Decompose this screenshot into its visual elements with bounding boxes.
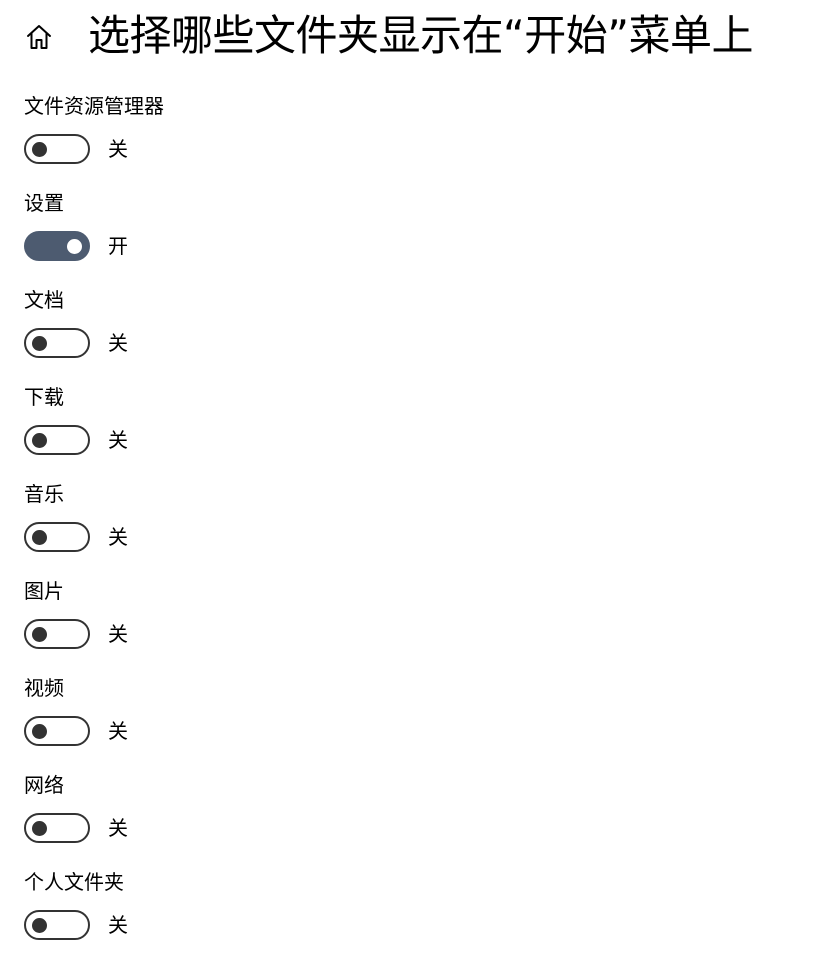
toggle-switch[interactable] [24, 231, 90, 261]
home-icon [27, 25, 51, 49]
toggle-switch[interactable] [24, 425, 90, 455]
setting-network: 网络 关 [24, 767, 784, 864]
setting-personal-folder: 个人文件夹 关 [24, 864, 784, 961]
toggle-state-text: 开 [108, 234, 128, 258]
page-header: 选择哪些文件夹显示在“开始”菜单上 [0, 0, 822, 78]
toggle-knob [67, 238, 82, 254]
toggle-state-text: 关 [108, 622, 128, 646]
toggle-downloads[interactable]: 关 [24, 425, 128, 455]
toggle-knob [32, 335, 47, 351]
toggle-documents[interactable]: 关 [24, 328, 128, 358]
toggle-knob [32, 626, 47, 642]
toggle-state-text: 关 [108, 428, 128, 452]
toggle-switch[interactable] [24, 619, 90, 649]
setting-documents: 文档 关 [24, 282, 784, 379]
toggle-state-text: 关 [108, 719, 128, 743]
toggle-videos[interactable]: 关 [24, 716, 128, 746]
toggle-network[interactable]: 关 [24, 813, 128, 843]
page-title: 选择哪些文件夹显示在“开始”菜单上 [88, 11, 754, 60]
setting-label: 图片 [24, 579, 64, 603]
toggle-knob [32, 141, 47, 157]
toggle-pictures[interactable]: 关 [24, 619, 128, 649]
toggle-file-explorer[interactable]: 关 [24, 134, 128, 164]
toggle-switch[interactable] [24, 328, 90, 358]
home-button[interactable] [22, 20, 56, 54]
toggle-switch[interactable] [24, 813, 90, 843]
setting-label: 网络 [24, 773, 64, 797]
setting-label: 个人文件夹 [24, 870, 124, 894]
toggle-personal-folder[interactable]: 关 [24, 910, 128, 940]
setting-label: 视频 [24, 676, 64, 700]
setting-file-explorer: 文件资源管理器 关 [24, 88, 784, 185]
setting-music: 音乐 关 [24, 476, 784, 573]
toggle-state-text: 关 [108, 137, 128, 161]
toggle-state-text: 关 [108, 525, 128, 549]
toggle-knob [32, 723, 47, 739]
setting-downloads: 下载 关 [24, 379, 784, 476]
folder-settings-list: 文件资源管理器 关 设置 开 文档 关 下载 关 音乐 关 图片 关 视频 关 … [24, 88, 784, 961]
toggle-knob [32, 432, 47, 448]
setting-label: 设置 [24, 191, 64, 215]
setting-settings: 设置 开 [24, 185, 784, 282]
toggle-music[interactable]: 关 [24, 522, 128, 552]
toggle-state-text: 关 [108, 816, 128, 840]
toggle-switch[interactable] [24, 134, 90, 164]
setting-label: 文档 [24, 288, 64, 312]
setting-label: 下载 [24, 385, 64, 409]
setting-videos: 视频 关 [24, 670, 784, 767]
toggle-state-text: 关 [108, 331, 128, 355]
toggle-switch[interactable] [24, 716, 90, 746]
setting-label: 文件资源管理器 [24, 94, 164, 118]
toggle-settings[interactable]: 开 [24, 231, 128, 261]
setting-label: 音乐 [24, 482, 64, 506]
toggle-switch[interactable] [24, 910, 90, 940]
toggle-switch[interactable] [24, 522, 90, 552]
toggle-knob [32, 820, 47, 836]
toggle-knob [32, 917, 47, 933]
setting-pictures: 图片 关 [24, 573, 784, 670]
toggle-knob [32, 529, 47, 545]
toggle-state-text: 关 [108, 913, 128, 937]
